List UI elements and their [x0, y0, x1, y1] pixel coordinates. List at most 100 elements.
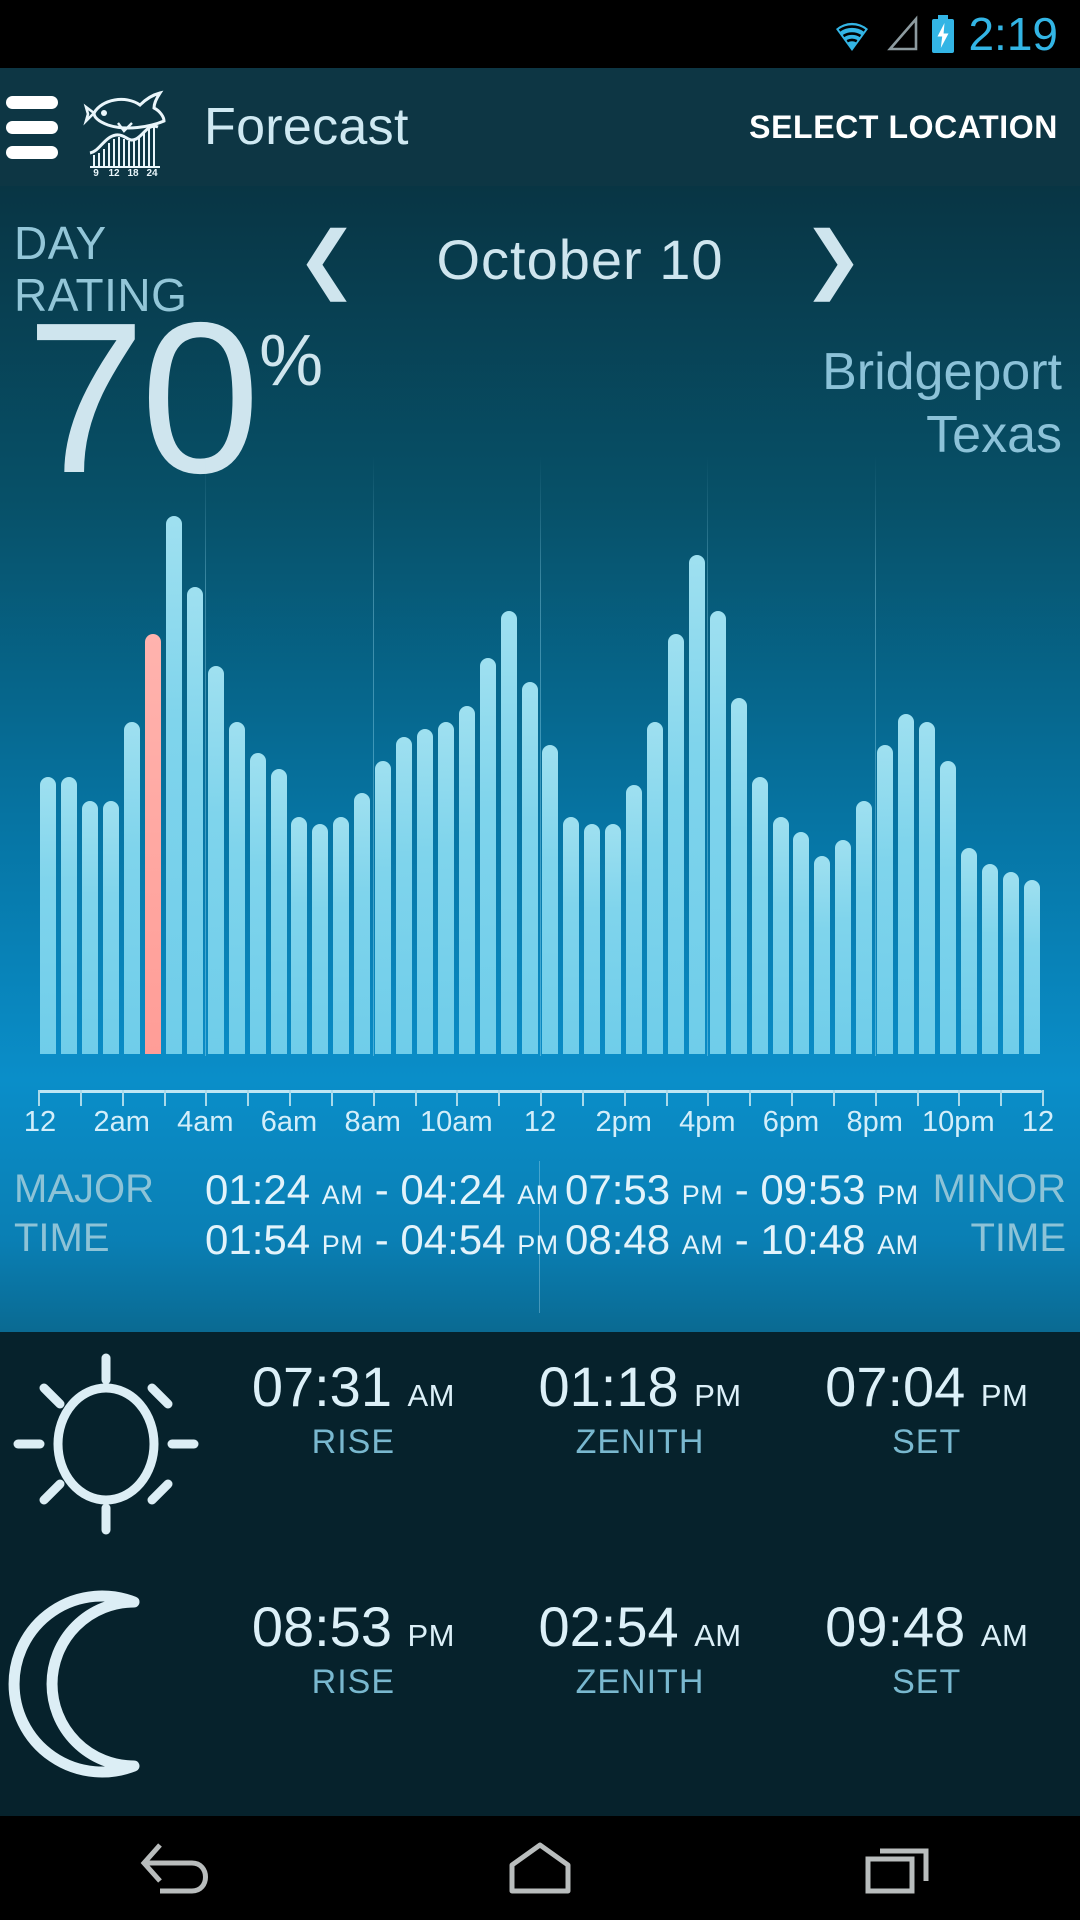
axis-tick: [498, 1090, 501, 1106]
astro-label: ZENITH: [575, 1423, 705, 1461]
chart-bar: [898, 713, 915, 1054]
astro-cell: 07:04 PM SET: [783, 1354, 1070, 1462]
range-end-ampm: PM: [517, 1229, 559, 1260]
chart-bar-current: [145, 634, 162, 1054]
axis-tick: [247, 1090, 250, 1106]
astro-ampm: PM: [694, 1378, 742, 1413]
hamburger-menu-icon[interactable]: [6, 95, 62, 159]
axis-tick: [79, 1090, 82, 1106]
axis-tick-label: 12: [1021, 1106, 1055, 1138]
axis-tick: [623, 1090, 626, 1106]
astro-ampm: PM: [407, 1618, 455, 1653]
chart-bar: [856, 800, 873, 1054]
axis-tick-labels: 12 2am 4am 6am 8am 10am 12 2pm 4pm 6pm 8pm 10pm 12: [0, 1106, 1080, 1148]
chart-bar: [626, 784, 643, 1054]
chart-bar: [103, 800, 120, 1054]
chart-bar: [667, 634, 684, 1054]
chart-bar: [960, 848, 977, 1054]
major-label-line1: MAJOR: [14, 1167, 154, 1211]
moon-times: 08:53 PM RISE 02:54 AM ZENITH 09:48 AM SET: [210, 1594, 1070, 1702]
chart-bar: [772, 816, 789, 1054]
major-label-line2: TIME: [14, 1215, 110, 1260]
range-end: 09:53: [760, 1166, 866, 1213]
chart-bar: [186, 586, 203, 1054]
astro-label: SET: [892, 1423, 962, 1461]
status-bar-icons: [830, 14, 956, 54]
range-start-ampm: AM: [321, 1180, 364, 1210]
select-location-button[interactable]: SELECT LOCATION: [749, 109, 1058, 146]
astro-cell: 09:48 AM SET: [783, 1594, 1070, 1702]
hamburger-line: [6, 145, 58, 159]
axis-tick: [916, 1090, 919, 1106]
axis-tick-label: 2pm: [595, 1106, 652, 1138]
svg-text:18: 18: [127, 168, 139, 177]
astro-ampm: PM: [980, 1378, 1029, 1413]
astro-time: 07:04 PM: [825, 1355, 1029, 1418]
date-navigator: ❮ October 10 ❯: [280, 214, 880, 304]
astro-ampm: AM: [407, 1378, 455, 1413]
axis-tick: [581, 1090, 584, 1106]
minor-time-label: MINOR TIME: [933, 1165, 1066, 1263]
major-minor-times: MAJOR TIME 01:24 AM - 04:24 AM 01:54 PM -…: [0, 1161, 1080, 1321]
chart-bar: [1023, 879, 1040, 1054]
chart-bar: [1002, 871, 1019, 1054]
chart-bar: [291, 816, 308, 1054]
axis-tick-label: 6am: [260, 1106, 318, 1138]
axis-tick: [1000, 1090, 1003, 1106]
chart-bar: [228, 721, 245, 1054]
major-time-label: MAJOR TIME: [14, 1165, 154, 1263]
axis-tick: [1042, 1090, 1044, 1106]
astro-cell: 01:18 PM ZENITH: [497, 1354, 784, 1462]
svg-text:24: 24: [146, 168, 158, 177]
astro-label: SET: [892, 1663, 962, 1701]
chart-bar: [563, 816, 580, 1054]
chart-bar: [647, 721, 664, 1054]
back-arrow-icon[interactable]: [105, 1829, 255, 1907]
chart-bar: [437, 721, 454, 1054]
astro-time: 01:18 PM: [538, 1355, 742, 1418]
astro-label: RISE: [311, 1663, 396, 1701]
axis-tick: [38, 1090, 40, 1106]
battery-charging-icon: [932, 15, 955, 53]
moon-row: 08:53 PM RISE 02:54 AM ZENITH 09:48 AM SET: [0, 1580, 1080, 1812]
range-end: 04:24: [400, 1166, 506, 1213]
axis-tick-label: 4am: [177, 1106, 234, 1138]
chart-bar: [458, 705, 475, 1054]
chevron-left-icon[interactable]: ❮: [280, 222, 374, 296]
chevron-right-icon[interactable]: ❯: [786, 222, 880, 296]
axis-tick-label: 12: [523, 1106, 557, 1138]
chart-bar: [939, 761, 956, 1054]
axis-tick: [121, 1090, 124, 1106]
astro-time: 08:53 PM: [251, 1595, 455, 1658]
axis-tick: [832, 1090, 835, 1106]
range-end: 04:54: [400, 1215, 506, 1263]
axis-tick: [414, 1090, 417, 1106]
chart-bar: [981, 864, 998, 1054]
axis-tick: [456, 1090, 459, 1106]
activity-chart[interactable]: [0, 456, 1080, 1086]
axis-tick: [665, 1090, 668, 1106]
home-icon[interactable]: [465, 1829, 615, 1907]
time-range-row: 01:54 PM - 04:54 PM: [205, 1215, 559, 1263]
chart-bar: [835, 840, 852, 1054]
current-date: October 10: [436, 227, 724, 291]
axis-tick: [540, 1090, 542, 1106]
cell-signal-icon: [887, 15, 918, 51]
astro-ampm: AM: [980, 1618, 1029, 1653]
fish-forecast-logo: 9 12 18 24: [74, 77, 186, 179]
chart-bar: [124, 721, 141, 1054]
chart-bar: [814, 856, 831, 1054]
axis-tick: [372, 1090, 375, 1106]
chart-bar: [249, 753, 266, 1054]
axis-tick: [205, 1090, 208, 1106]
chart-bar: [207, 666, 224, 1054]
sun-row: 07:31 AM RISE 01:18 PM ZENITH 07:04 PM SET: [0, 1340, 1080, 1572]
chart-bar: [270, 769, 287, 1054]
astro-time: 02:54 AM: [538, 1595, 742, 1658]
minor-label-line2: TIME: [970, 1215, 1066, 1260]
recent-apps-icon[interactable]: [825, 1829, 975, 1907]
day-rating-label-line1: DAY: [14, 217, 107, 269]
page-title: Forecast: [204, 98, 409, 156]
range-start-ampm: AM: [681, 1229, 724, 1260]
axis-tick: [791, 1090, 793, 1106]
